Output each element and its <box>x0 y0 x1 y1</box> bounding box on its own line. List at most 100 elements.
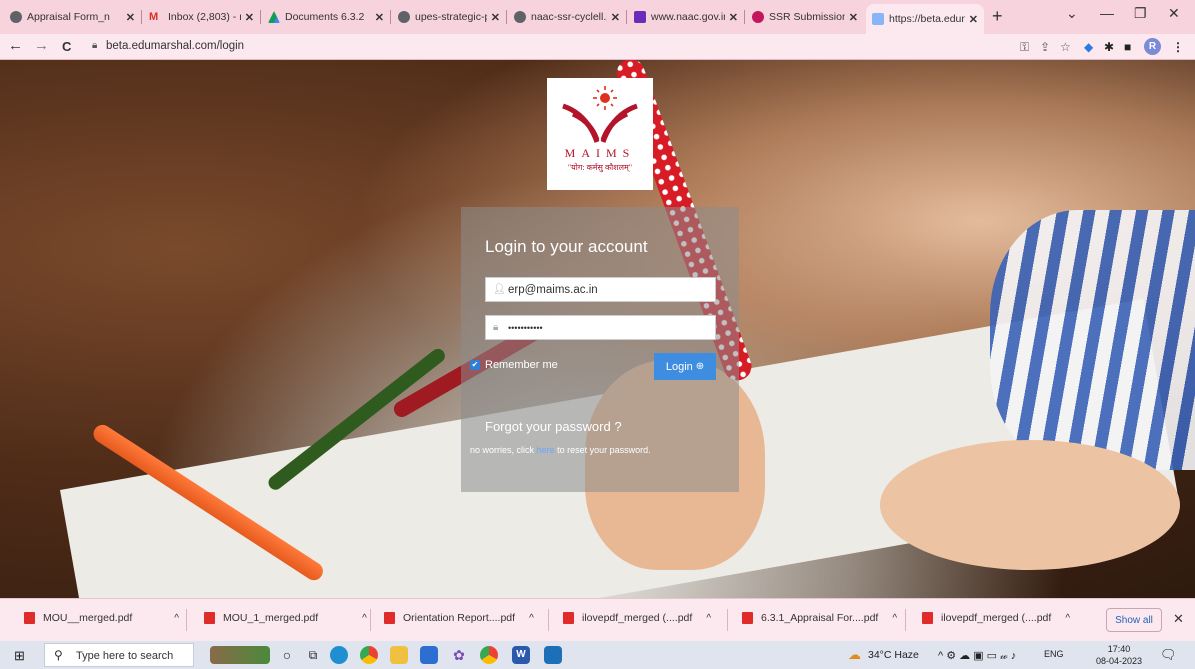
mail-icon[interactable] <box>420 646 438 664</box>
news-widget-icon[interactable] <box>210 646 270 664</box>
downloads-bar: MOU__merged.pdf ^ MOU_1_merged.pdf ^ Ori… <box>0 598 1195 641</box>
share-icon[interactable]: ⇪ <box>1040 40 1050 54</box>
tab-divider <box>626 10 627 24</box>
forgot-password-text: no worries, click here to reset your pas… <box>470 445 651 455</box>
tab-ssr-submission[interactable]: SSR Submission ✕ <box>746 6 864 28</box>
weather-text[interactable]: 34°C Haze <box>868 649 919 661</box>
download-item[interactable]: 6.3.1_Appraisal For....pdf ^ <box>742 612 897 624</box>
chrome-browser-icon[interactable] <box>360 646 378 664</box>
download-filename: ilovepdf_merged (....pdf <box>582 612 693 624</box>
extensions-icon[interactable]: ✱ <box>1104 40 1114 54</box>
pdf-file-icon <box>922 612 933 624</box>
login-form: Login to your account 👤︎ 🔒︎ ✔ Remember m… <box>461 207 739 492</box>
file-explorer-icon[interactable] <box>390 646 408 664</box>
login-button[interactable]: Login ⊕ <box>654 353 716 380</box>
reload-button[interactable]: C <box>62 39 71 54</box>
gmail-icon: M <box>149 11 159 23</box>
chevron-up-icon[interactable]: ^ <box>529 613 534 624</box>
download-item[interactable]: Orientation Report....pdf ^ <box>384 612 534 624</box>
close-tab-icon[interactable]: ✕ <box>611 11 620 24</box>
pdf-file-icon <box>24 612 35 624</box>
minimize-button[interactable]: — <box>1100 5 1114 21</box>
site-icon <box>752 11 764 23</box>
lock-icon: 🔒︎ <box>493 322 499 333</box>
tab-inbox[interactable]: M Inbox (2,803) - n ✕ <box>143 6 260 28</box>
word-icon[interactable]: W <box>512 646 530 664</box>
remember-me-checkbox[interactable]: ✔ Remember me <box>470 359 558 371</box>
new-tab-button[interactable]: + <box>992 6 1003 27</box>
reset-password-link[interactable]: here <box>537 445 555 455</box>
address-bar[interactable]: 🔒︎ beta.edumarshal.com/login <box>92 36 1032 58</box>
forgot-text-before: no worries, click <box>470 445 535 455</box>
close-tab-icon[interactable]: ✕ <box>491 11 500 24</box>
chevron-up-icon[interactable]: ^ <box>174 613 179 624</box>
download-filename: MOU__merged.pdf <box>43 612 133 624</box>
chevron-up-icon[interactable]: ^ <box>892 613 897 624</box>
close-tab-icon[interactable]: ✕ <box>849 11 858 24</box>
download-item[interactable]: ilovepdf_merged (....pdf ^ <box>922 612 1070 624</box>
close-tab-icon[interactable]: ✕ <box>126 11 135 24</box>
taskbar-search-box[interactable]: ⚲ Type here to search <box>44 643 194 667</box>
edge-browser-icon[interactable] <box>330 646 348 664</box>
globe-icon <box>398 11 410 23</box>
star-icon[interactable]: ☆ <box>1060 40 1071 54</box>
tab-divider <box>390 10 391 24</box>
tab-edumarshal-active[interactable]: https://beta.edun ✕ <box>866 4 984 34</box>
login-button-label: Login <box>665 360 693 373</box>
maims-emblem-icon <box>562 86 638 143</box>
chrome-profile-icon[interactable] <box>480 646 498 664</box>
login-title: Login to your account <box>485 237 648 256</box>
restore-button[interactable]: ❐ <box>1134 5 1147 22</box>
chevron-up-icon[interactable]: ^ <box>1065 613 1070 624</box>
logo-name: MAIMS <box>564 146 636 160</box>
download-item[interactable]: ilovepdf_merged (....pdf ^ <box>563 612 711 624</box>
menu-icon[interactable]: ⋮ <box>1172 40 1184 54</box>
close-tab-icon[interactable]: ✕ <box>245 11 254 24</box>
tab-search-icon[interactable]: ⌄ <box>1066 5 1078 22</box>
tab-naac-ssr[interactable]: naac-ssr-cyclell.p ✕ <box>508 6 626 28</box>
lock-icon[interactable]: 🔒︎ <box>92 40 97 51</box>
settings-app-icon[interactable]: ✿ <box>450 646 468 664</box>
key-icon[interactable]: ⚿ <box>1020 40 1029 55</box>
download-divider <box>905 609 906 631</box>
download-item[interactable]: MOU__merged.pdf ^ <box>24 612 179 624</box>
tray-icons[interactable]: ^ ⚙ ☁ ▣ ▭ 𝓌 ♪ <box>938 649 1016 663</box>
back-button[interactable]: ← <box>8 37 23 54</box>
download-divider <box>548 609 549 631</box>
tab-upes-strategic[interactable]: upes-strategic-pl ✕ <box>392 6 506 28</box>
email-input[interactable] <box>508 280 712 300</box>
chevron-up-icon[interactable]: ^ <box>362 613 367 624</box>
close-window-button[interactable]: ✕ <box>1168 5 1180 22</box>
sidebar-icon[interactable]: ■ <box>1124 40 1131 54</box>
email-field[interactable]: 👤︎ <box>485 277 716 302</box>
close-tab-icon[interactable]: ✕ <box>969 13 978 26</box>
close-tab-icon[interactable]: ✕ <box>375 11 384 24</box>
system-clock[interactable]: 17:40 08-04-2023 <box>1096 643 1142 667</box>
forward-button[interactable]: → <box>34 37 49 54</box>
tab-divider <box>260 10 261 24</box>
logo-motto: "योग: कर्मसु कौशलम्" <box>567 163 633 172</box>
password-field[interactable]: 🔒︎ <box>485 315 716 340</box>
windows-start-icon[interactable]: ⊞ <box>14 648 25 664</box>
close-downloads-bar-icon[interactable]: ✕ <box>1173 611 1184 627</box>
tab-naac-gov[interactable]: www.naac.gov.in ✕ <box>628 6 744 28</box>
extension-pin-icon[interactable]: ◆ <box>1084 40 1093 54</box>
chevron-up-icon[interactable]: ^ <box>706 613 711 624</box>
notification-icon[interactable]: 🗨︎ <box>1160 647 1177 663</box>
photos-icon[interactable] <box>544 646 562 664</box>
language-indicator[interactable]: ENG <box>1044 649 1064 659</box>
profile-avatar[interactable]: R <box>1144 38 1161 55</box>
task-view-icon[interactable]: ⧉ <box>304 646 322 664</box>
weather-icon: ☁ <box>848 647 861 662</box>
checkbox-checked-icon[interactable]: ✔ <box>470 360 480 370</box>
naac-site-icon <box>634 11 646 23</box>
download-divider <box>186 609 187 631</box>
download-item[interactable]: MOU_1_merged.pdf ^ <box>204 612 367 624</box>
cortana-icon[interactable]: ○ <box>278 646 296 664</box>
show-all-downloads-button[interactable]: Show all <box>1106 608 1162 632</box>
tab-divider <box>506 10 507 24</box>
close-tab-icon[interactable]: ✕ <box>729 11 738 24</box>
password-input[interactable] <box>508 318 712 338</box>
tab-documents[interactable]: Documents 6.3.2 ✕ <box>262 6 390 28</box>
tab-appraisal-form[interactable]: Appraisal Form_n ✕ <box>4 6 141 28</box>
